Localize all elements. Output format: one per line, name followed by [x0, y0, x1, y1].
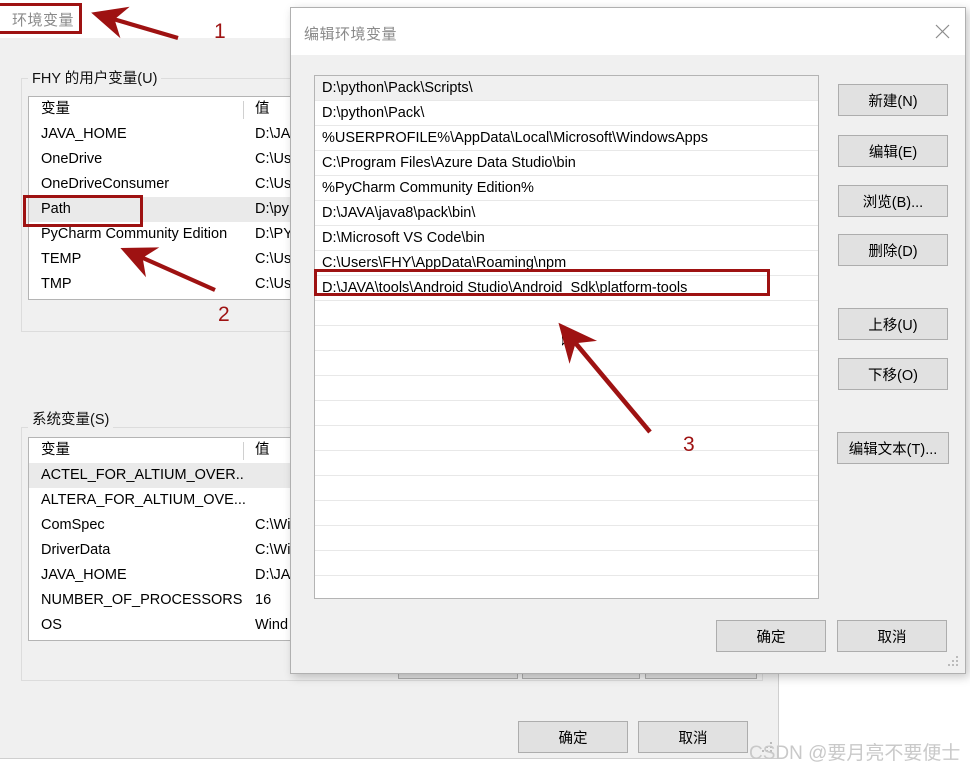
browse-button[interactable]: 浏览(B)... [838, 185, 948, 217]
edit-environment-variable-dialog: 编辑环境变量 D:\python\Pack\Scripts\ D:\python… [290, 7, 966, 674]
column-separator[interactable] [243, 101, 244, 119]
variable-name: ALTERA_FOR_ALTIUM_OVE... [41, 492, 245, 508]
dialog-title: 编辑环境变量 [304, 26, 398, 43]
list-item-empty[interactable] [315, 351, 818, 376]
list-item[interactable]: C:\Users\FHY\AppData\Roaming\npm [315, 251, 818, 276]
variable-name: Path [41, 201, 71, 217]
list-item[interactable]: D:\Microsoft VS Code\bin [315, 226, 818, 251]
dialog-cancel-button[interactable]: 取消 [837, 620, 947, 652]
ok-button[interactable]: 确定 [518, 721, 628, 753]
edit-button[interactable]: 编辑(E) [838, 135, 948, 167]
close-icon[interactable] [919, 8, 965, 54]
list-item-empty[interactable] [315, 376, 818, 401]
dialog-ok-button[interactable]: 确定 [716, 620, 826, 652]
list-item[interactable]: %USERPROFILE%\AppData\Local\Microsoft\Wi… [315, 126, 818, 151]
move-down-button[interactable]: 下移(O) [838, 358, 948, 390]
list-item[interactable]: D:\JAVA\java8\pack\bin\ [315, 201, 818, 226]
watermark: CSDN @要月亮不要便士 [749, 743, 961, 764]
variable-name: DriverData [41, 542, 111, 558]
user-variables-group-label: FHY 的用户变量(U) [28, 67, 162, 88]
dialog-resize-grip[interactable] [948, 656, 960, 668]
list-item-empty[interactable] [315, 451, 818, 476]
variable-name: ACTEL_FOR_ALTIUM_OVER... [41, 467, 245, 483]
column-separator[interactable] [243, 442, 244, 460]
variable-name: ComSpec [41, 517, 105, 533]
list-item-empty[interactable] [315, 526, 818, 551]
list-item-empty[interactable] [315, 551, 818, 576]
column-header-variable[interactable]: 变量 [29, 438, 245, 463]
mouse-cursor [561, 328, 576, 353]
list-item[interactable]: D:\python\Pack\ [315, 101, 818, 126]
variable-name: Path [29, 638, 245, 640]
variable-name: PyCharm Community Edition [41, 226, 228, 242]
column-header-variable[interactable]: 变量 [29, 97, 245, 122]
variable-name: JAVA_HOME [41, 567, 127, 583]
list-item[interactable]: %PyCharm Community Edition% [315, 176, 818, 201]
background-window-title: 环境变量 [12, 12, 75, 29]
variable-name: OneDriveConsumer [41, 176, 170, 192]
variable-name: OS [41, 617, 62, 633]
system-variables-group-label: 系统变量(S) [28, 408, 114, 429]
new-button[interactable]: 新建(N) [838, 84, 948, 116]
list-item-empty[interactable] [315, 501, 818, 526]
variable-name: TMP [41, 276, 72, 292]
cancel-button[interactable]: 取消 [638, 721, 748, 753]
list-item-empty[interactable] [315, 301, 818, 326]
variable-name: JAVA_HOME [41, 126, 127, 142]
list-item-android-sdk-platform-tools[interactable]: D:\JAVA\tools\Android Studio\Android_Sdk… [315, 276, 818, 301]
variable-name: TEMP [41, 251, 82, 267]
move-up-button[interactable]: 上移(U) [838, 308, 948, 340]
delete-button[interactable]: 删除(D) [838, 234, 948, 266]
list-item[interactable]: D:\python\Pack\Scripts\ [315, 76, 818, 101]
variable-name: OneDrive [41, 151, 103, 167]
list-item-empty[interactable] [315, 476, 818, 501]
dialog-titlebar: 编辑环境变量 [291, 8, 965, 55]
variable-name: NUMBER_OF_PROCESSORS [41, 592, 243, 608]
list-item-empty[interactable] [315, 426, 818, 451]
list-item-empty[interactable] [315, 401, 818, 426]
list-item[interactable]: C:\Program Files\Azure Data Studio\bin [315, 151, 818, 176]
edit-text-button[interactable]: 编辑文本(T)... [837, 432, 949, 464]
